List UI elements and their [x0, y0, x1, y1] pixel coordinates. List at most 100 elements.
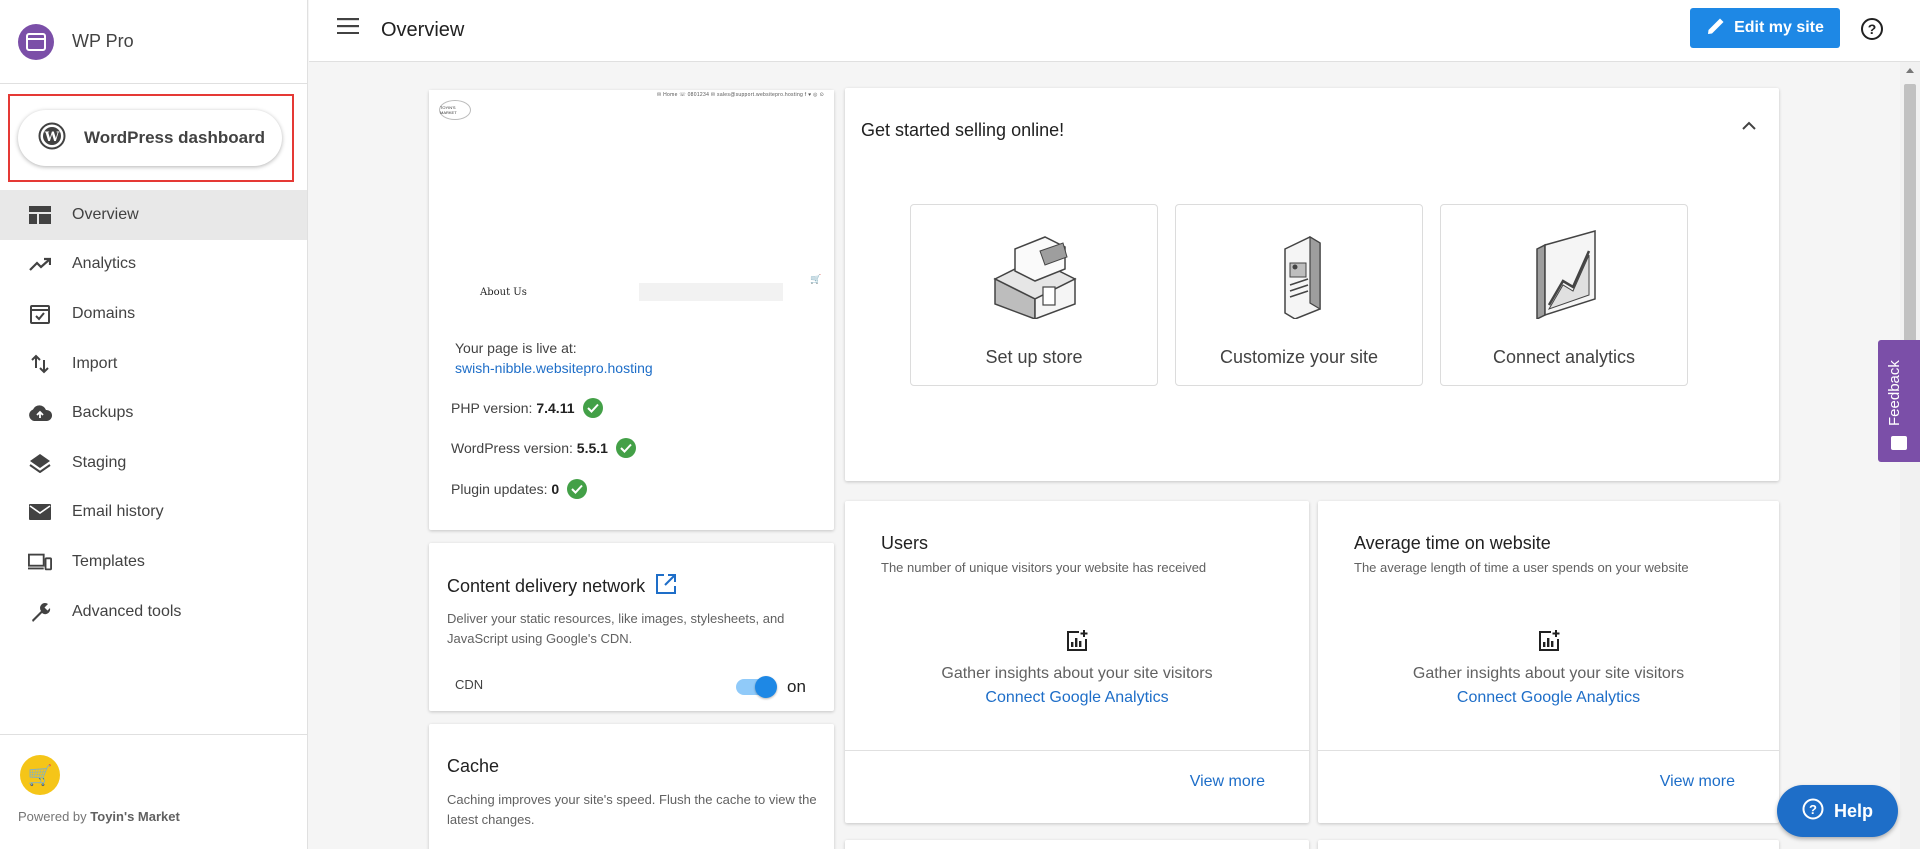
insights-icon [1065, 629, 1089, 658]
powered-prefix: Powered by [18, 809, 87, 824]
customize-site-label: Customize your site [1219, 347, 1379, 367]
cdn-description: Deliver your static resources, like imag… [447, 611, 785, 646]
average-time-view-more-button[interactable]: View more [1660, 773, 1735, 791]
next-card-left [845, 840, 1309, 849]
cache-title: Cache [447, 756, 500, 776]
get-started-title: Get started selling online! [861, 120, 1065, 140]
swap-vert-icon [28, 352, 52, 376]
users-card: Users The number of unique visitors your… [845, 501, 1309, 823]
powered-by: Powered by Toyin's Market [18, 809, 180, 824]
check-circle-icon [615, 438, 636, 458]
store-illustration-icon [993, 236, 1077, 319]
cloud-upload-icon [28, 401, 52, 425]
menu-icon[interactable] [337, 18, 359, 39]
average-time-message: Gather insights about your site visitors [1412, 665, 1685, 682]
connect-analytics-tile[interactable]: Connect analytics [1440, 204, 1688, 386]
set-up-store-tile[interactable]: Set up store [910, 204, 1158, 386]
sidebar-item-email-history[interactable]: Email history [0, 488, 307, 538]
sidebar-item-advanced-tools[interactable]: Advanced tools [0, 587, 307, 637]
shopping-cart-icon: 🛒 [27, 764, 53, 787]
scroll-up-arrow-icon[interactable] [1906, 68, 1914, 73]
sidebar-item-domains[interactable]: Domains [0, 289, 307, 339]
customize-illustration-icon [1284, 235, 1321, 319]
powered-name: Toyin's Market [90, 809, 180, 824]
cache-description: Caching improves your site's speed. Flus… [447, 792, 817, 827]
divider [845, 750, 1309, 751]
sidebar-item-label: Domains [72, 304, 136, 322]
sidebar-item-label: Overview [72, 205, 139, 223]
wrench-icon [28, 600, 52, 624]
sidebar-item-label: Import [72, 354, 118, 372]
thumbnail-topline: ✉ Home ☏ 0801234 ✉ sales@support.website… [656, 92, 824, 98]
brand-name: WP Pro [72, 31, 134, 51]
live-url-link[interactable]: swish-nibble.websitepro.hosting [455, 360, 653, 376]
get-started-card: Get started selling online! Set up store… [845, 88, 1779, 481]
trending-up-icon [28, 252, 52, 276]
connect-analytics-label: Connect analytics [1492, 347, 1636, 367]
thumbnail-searchbar [639, 283, 783, 301]
cdn-toggle[interactable] [736, 676, 777, 698]
sidebar-item-label: Backups [72, 404, 134, 422]
analytics-illustration-icon [1536, 230, 1596, 319]
average-time-subtitle: The average length of time a user spends… [1354, 560, 1689, 575]
plugin-updates-row: Plugin updates: 0 [451, 479, 588, 499]
avatar[interactable]: 🛒 [20, 755, 60, 795]
sidebar-item-backups[interactable]: Backups [0, 388, 307, 438]
cart-icon: 🛒 [810, 274, 822, 284]
site-preview-card: ✉ Home ☏ 0801234 ✉ sales@support.website… [429, 90, 834, 530]
php-label: PHP version: [451, 400, 533, 416]
sidebar-item-import[interactable]: Import [0, 339, 307, 389]
svg-text:W: W [44, 130, 60, 145]
top-bar: Overview Edit my site ? [309, 0, 1920, 62]
php-version-row: PHP version: 7.4.11 [451, 398, 603, 418]
wordpress-icon: W [38, 122, 66, 155]
live-label: Your page is live at: [455, 340, 577, 356]
cdn-title-text: Content delivery network [447, 576, 646, 596]
php-value: 7.4.11 [536, 400, 575, 416]
sidebar-item-templates[interactable]: Templates [0, 537, 307, 587]
sidebar-item-staging[interactable]: Staging [0, 438, 307, 488]
users-connect-ga-link[interactable]: Connect Google Analytics [845, 689, 1309, 707]
help-circle-icon: ? [1802, 798, 1824, 825]
sidebar-item-label: Templates [72, 552, 145, 570]
feedback-tab[interactable]: Feedback [1878, 340, 1920, 462]
set-up-store-label: Set up store [985, 347, 1083, 367]
devices-icon [28, 550, 52, 574]
sidebar-item-label: Staging [72, 453, 127, 471]
edit-my-site-label: Edit my site [1734, 19, 1824, 36]
sidebar-nav: Overview Analytics Domains Import Backup… [0, 190, 307, 636]
thumbnail-about: About Us [480, 287, 527, 298]
sidebar: WP Pro W WordPress dashboard Overview An… [0, 0, 308, 849]
cdn-card: Content delivery network Deliver your st… [429, 543, 834, 711]
browser-window-icon [18, 23, 54, 60]
sidebar-item-label: Email history [72, 503, 164, 521]
insights-icon [1537, 629, 1561, 658]
dashboard-icon [28, 203, 52, 227]
sidebar-footer: 🛒 Powered by Toyin's Market [0, 734, 307, 849]
pencil-icon [1706, 16, 1726, 41]
wp-version-row: WordPress version: 5.5.1 [451, 438, 636, 458]
site-thumbnail[interactable]: ✉ Home ☏ 0801234 ✉ sales@support.website… [429, 90, 834, 310]
cdn-toggle-state: on [787, 677, 806, 696]
divider [1318, 750, 1779, 751]
help-circle-icon[interactable]: ? [1860, 17, 1884, 46]
sidebar-item-overview[interactable]: Overview [0, 190, 307, 240]
average-time-connect-ga-link[interactable]: Connect Google Analytics [1318, 689, 1779, 707]
customize-site-tile[interactable]: Customize your site [1175, 204, 1423, 386]
wp-value: 5.5.1 [576, 440, 608, 456]
thumbnail-logo: TOYIN'S MARKET [439, 100, 471, 120]
sidebar-item-analytics[interactable]: Analytics [0, 240, 307, 290]
open-in-new-icon[interactable] [655, 573, 677, 600]
check-circle-icon [567, 479, 588, 499]
layers-icon [28, 451, 52, 475]
help-label: Help [1833, 800, 1873, 821]
wp-label: WordPress version: [451, 440, 573, 456]
feedback-icon [1891, 436, 1907, 450]
edit-my-site-button[interactable]: Edit my site [1690, 8, 1840, 48]
help-button[interactable]: ? Help [1777, 785, 1898, 837]
cdn-title: Content delivery network [447, 573, 677, 600]
wordpress-dashboard-button[interactable]: W WordPress dashboard [18, 110, 282, 166]
sidebar-item-label: Advanced tools [72, 602, 182, 620]
chevron-up-icon[interactable] [1741, 118, 1757, 136]
users-view-more-button[interactable]: View more [1190, 773, 1265, 791]
